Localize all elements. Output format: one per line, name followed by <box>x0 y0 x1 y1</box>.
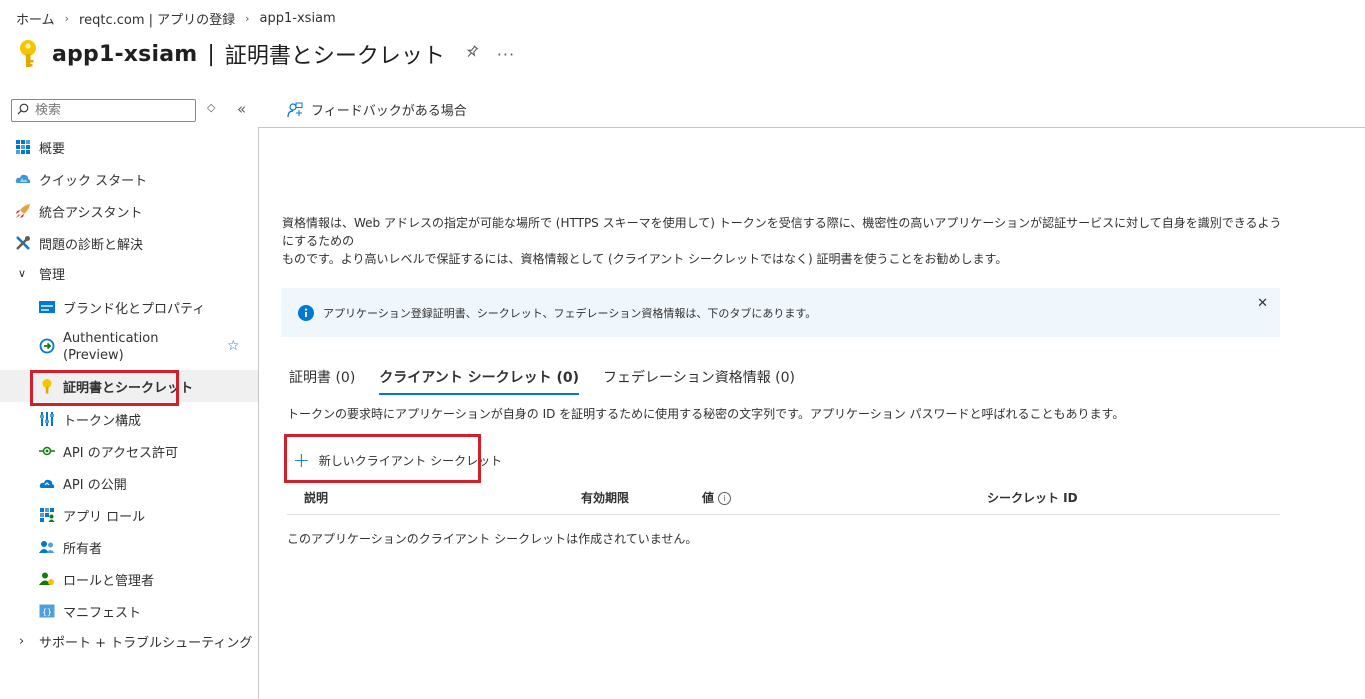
sidebar-item-label: クイック スタート <box>39 173 148 189</box>
sidebar-item-api-permissions[interactable]: API のアクセス許可 <box>0 435 258 467</box>
rocket-icon <box>16 204 30 218</box>
close-icon[interactable]: ✕ <box>1257 296 1268 311</box>
sidebar-item-label: ブランド化とプロパティ <box>63 301 206 317</box>
info-message: アプリケーション登録証明書、シークレット、フェデレーション資格情報は、下のタブに… <box>323 306 817 320</box>
sidebar-item-token-config[interactable]: トークン構成 <box>0 403 258 435</box>
sidebar-item-label: ロールと管理者 <box>63 573 155 589</box>
overview-grid-icon <box>16 140 30 154</box>
breadcrumb-home[interactable]: ホーム <box>16 9 55 28</box>
client-secret-description: トークンの要求時にアプリケーションが自身の ID を証明するために使用する秘密の… <box>287 407 1125 421</box>
svg-text:{}: {} <box>42 608 52 617</box>
search-input[interactable] <box>33 103 185 118</box>
chevron-right-icon: › <box>245 12 250 25</box>
sidebar-item-integration-assistant[interactable]: 統合アシスタント <box>0 195 258 227</box>
chevron-right-icon: › <box>19 633 25 649</box>
column-header-value-label: 値 <box>702 491 715 505</box>
sidebar-item-overview[interactable]: 概要 <box>0 131 258 163</box>
feedback-person-icon <box>287 102 303 117</box>
info-icon <box>298 304 314 321</box>
sidebar-item-label: トークン構成 <box>63 413 142 429</box>
column-header-description[interactable]: 説明 <box>304 489 328 506</box>
sidebar-divider <box>258 128 259 699</box>
page-header: app1-xsiam | 証明書とシークレット ··· <box>16 36 515 72</box>
wrench-icon <box>16 236 30 250</box>
content-border <box>258 127 1365 128</box>
sidebar-item-label: マニフェスト <box>63 605 142 621</box>
feedback-label: フィードバックがある場合 <box>311 104 467 119</box>
sidebar-item-label: アプリ ロール <box>63 509 146 525</box>
api-permissions-icon <box>39 446 55 456</box>
sidebar-item-app-roles[interactable]: アプリ ロール <box>0 499 258 531</box>
new-secret-highlight-box <box>284 434 481 483</box>
search-box[interactable] <box>11 99 196 122</box>
sidebar-item-branding[interactable]: ブランド化とプロパティ <box>0 291 258 323</box>
column-header-expires[interactable]: 有効期限 <box>581 489 629 506</box>
column-header-value[interactable]: 値i <box>702 489 732 506</box>
manifest-icon: {} <box>39 604 55 618</box>
credentials-description: 資格情報は、Web アドレスの指定が可能な場所で (HTTPS スキーマを使用し… <box>282 214 1282 268</box>
sidebar-item-label: 問題の診断と解決 <box>39 237 144 253</box>
sidebar-item-label: API の公開 <box>63 477 127 493</box>
search-icon <box>17 103 33 118</box>
breadcrumb-tenant[interactable]: reqtc.com | アプリの登録 <box>79 9 235 28</box>
tab-federated-credentials[interactable]: フェデレーション資格情報 (0) <box>603 367 795 395</box>
sidebar-item-label: Authentication <box>63 331 159 346</box>
breadcrumb: ホーム › reqtc.com | アプリの登録 › app1-xsiam <box>16 9 336 28</box>
sidebar-item-authentication[interactable]: Authentication (Preview) ☆ <box>0 323 258 369</box>
info-icon[interactable]: i <box>718 492 732 505</box>
empty-state-message: このアプリケーションのクライアント シークレットは作成されていません。 <box>287 532 698 546</box>
tab-client-secrets[interactable]: クライアント シークレット (0) <box>379 367 580 395</box>
title-separator: | <box>207 41 215 67</box>
authentication-icon <box>39 338 55 354</box>
sidebar-item-quickstart[interactable]: クイック スタート <box>0 163 258 195</box>
sidebar-item-label: 統合アシスタント <box>39 205 143 221</box>
sidebar-item-manifest[interactable]: {} マニフェスト <box>0 595 258 627</box>
tab-certificates[interactable]: 証明書 (0) <box>289 367 355 395</box>
chevron-down-icon: ∨ <box>18 266 27 280</box>
app-roles-icon <box>40 508 55 522</box>
expose-api-icon <box>39 479 55 488</box>
sidebar-highlight-box <box>30 370 179 406</box>
description-line-2: ものです。より高いレベルで保証するには、資格情報として (クライアント シークレ… <box>282 252 1008 266</box>
key-icon <box>20 40 36 67</box>
sidebar-group-label: 管理 <box>39 267 66 283</box>
star-icon[interactable]: ☆ <box>227 338 240 354</box>
table-header-divider <box>287 514 1280 515</box>
sidebar-group-support[interactable]: › サポート + トラブルシューティング <box>0 625 258 657</box>
more-options-icon[interactable]: ··· <box>497 45 515 64</box>
breadcrumb-app[interactable]: app1-xsiam <box>260 11 336 26</box>
quickstart-cloud-icon <box>15 174 31 183</box>
feedback-button[interactable]: フィードバックがある場合 <box>287 100 467 119</box>
sidebar-item-expose-api[interactable]: API の公開 <box>0 467 258 499</box>
roles-admins-icon <box>39 572 54 585</box>
description-line-1: 資格情報は、Web アドレスの指定が可能な場所で (HTTPS スキーマを使用し… <box>282 216 1282 248</box>
sidebar-group-manage[interactable]: ∨ 管理 <box>0 257 258 289</box>
owners-icon <box>39 541 55 553</box>
credential-tabs: 証明書 (0) クライアント シークレット (0) フェデレーション資格情報 (… <box>289 367 819 395</box>
sidebar-item-diagnose[interactable]: 問題の診断と解決 <box>0 227 258 259</box>
token-config-icon <box>40 412 54 426</box>
sidebar-item-label: API のアクセス許可 <box>63 445 179 461</box>
info-banner: アプリケーション登録証明書、シークレット、フェデレーション資格情報は、下のタブに… <box>281 288 1280 337</box>
sidebar-item-label-preview: (Preview) <box>63 348 124 363</box>
sidebar-item-roles-admins[interactable]: ロールと管理者 <box>0 563 258 595</box>
sidebar-item-label: 所有者 <box>63 541 103 557</box>
sort-icon[interactable]: ◇ <box>207 101 215 114</box>
branding-icon <box>39 301 55 313</box>
column-header-secret-id[interactable]: シークレット ID <box>987 489 1078 506</box>
sidebar-item-owners[interactable]: 所有者 <box>0 531 258 563</box>
page-title-app: app1-xsiam <box>52 41 198 67</box>
chevron-right-icon: › <box>64 12 70 25</box>
sidebar-group-label: サポート + トラブルシューティング <box>39 635 253 651</box>
page-title-section: 証明書とシークレット <box>224 44 445 69</box>
sidebar-item-label: 概要 <box>39 141 66 157</box>
collapse-sidebar-icon[interactable]: « <box>237 100 246 118</box>
pin-icon[interactable] <box>465 45 479 63</box>
